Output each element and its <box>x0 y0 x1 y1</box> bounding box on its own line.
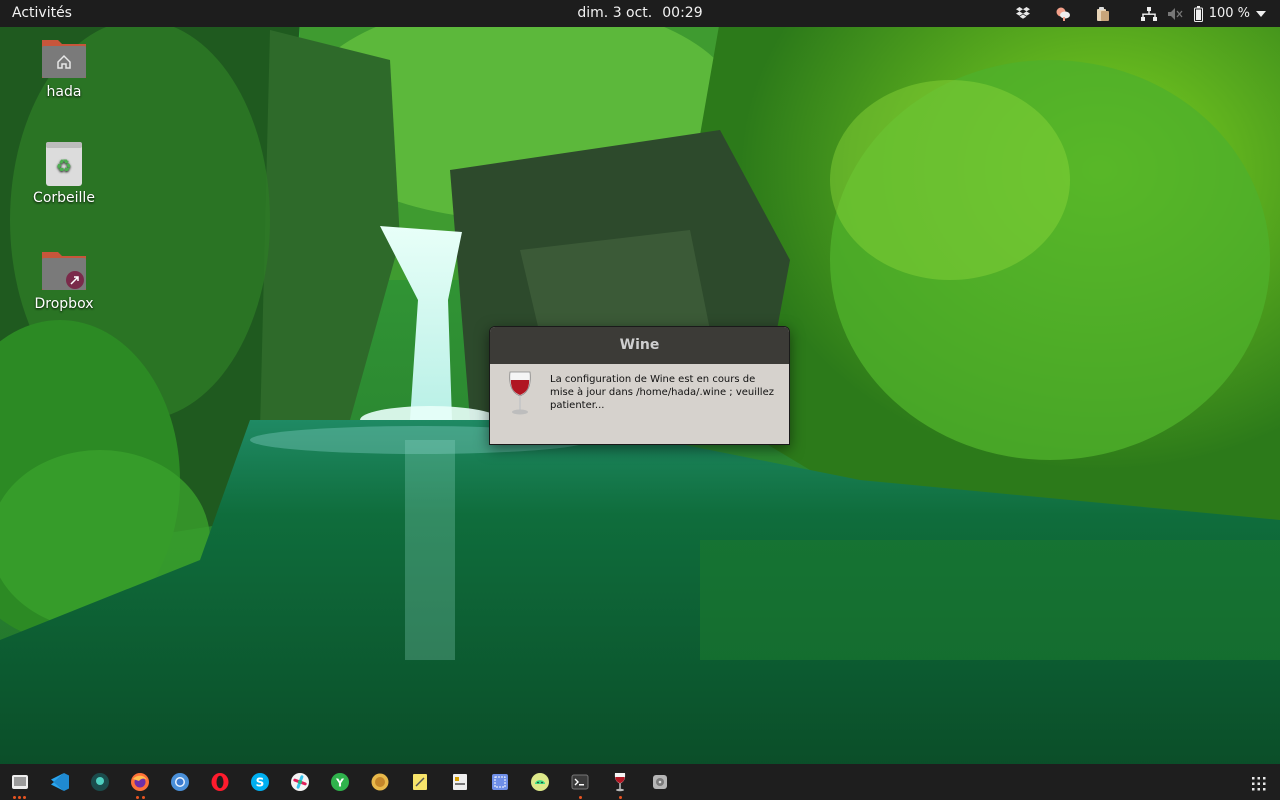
running-indicator <box>142 796 145 799</box>
firefox-icon <box>131 773 149 791</box>
weather-icon[interactable] <box>1053 0 1073 27</box>
dock-item-vscode[interactable] <box>50 772 70 792</box>
dock-item-chromium[interactable] <box>170 772 190 792</box>
screenshot-icon <box>492 774 508 790</box>
home-folder-icon <box>40 34 88 82</box>
desktop-icon-dropbox[interactable]: Dropbox <box>14 246 114 312</box>
dock-item-notes[interactable] <box>410 772 430 792</box>
desktop-icon-label: hada <box>46 84 82 100</box>
desktop-icon-trash[interactable]: ♻ Corbeille <box>14 140 114 206</box>
dock-item-amule[interactable] <box>370 772 390 792</box>
wine-dialog: Wine La configuration de Wine est en cou… <box>489 326 790 445</box>
desktop-icon-label: Corbeille <box>33 190 95 206</box>
notes-icon <box>413 774 427 790</box>
chromium-icon <box>171 773 189 791</box>
amule-icon <box>371 773 389 791</box>
chevron-down-icon[interactable] <box>1250 0 1272 27</box>
running-indicator <box>136 796 139 799</box>
clock-time: 00:29 <box>662 5 703 21</box>
gitkraken-icon <box>91 773 109 791</box>
dropbox-folder-icon <box>40 246 88 294</box>
dock-item-skype[interactable]: S <box>250 772 270 792</box>
volume-muted-icon[interactable] <box>1165 0 1185 27</box>
network-icon[interactable] <box>1139 0 1159 27</box>
activities-button[interactable]: Activités <box>12 5 72 21</box>
dock-item-files[interactable] <box>10 772 30 792</box>
show-apps-grid-icon[interactable] <box>1252 776 1266 791</box>
svg-text:Y: Y <box>335 777 345 790</box>
clipboard-icon[interactable] <box>1093 0 1113 27</box>
vscode-icon <box>51 773 69 791</box>
dock-item-wine-config[interactable] <box>450 772 470 792</box>
running-indicator <box>579 796 582 799</box>
system-tray: 100 % <box>1013 0 1280 27</box>
svg-text:♻: ♻ <box>56 156 72 177</box>
running-indicator <box>18 796 21 799</box>
dialog-title[interactable]: Wine <box>490 327 789 364</box>
opera-icon <box>211 773 229 791</box>
yandex-icon: Y <box>331 773 349 791</box>
dock-item-terminal[interactable] <box>570 772 590 792</box>
dock-item-gitkraken[interactable] <box>90 772 110 792</box>
slack-icon <box>291 773 309 791</box>
top-bar: Activités dim. 3 oct. 00:29 100 % <box>0 0 1280 27</box>
dialog-message: La configuration de Wine est en cours de… <box>550 374 774 411</box>
dock-item-opera[interactable] <box>210 772 230 792</box>
dock-item-screenshot[interactable] <box>490 772 510 792</box>
running-indicator <box>23 796 26 799</box>
dropbox-icon[interactable] <box>1013 0 1033 27</box>
svg-text:S: S <box>256 776 265 790</box>
dock-item-android-studio[interactable] <box>530 772 550 792</box>
battery-icon[interactable] <box>1193 0 1205 27</box>
dock: S Y <box>0 764 1280 800</box>
wine-glass-icon <box>506 370 534 418</box>
trash-icon: ♻ <box>40 140 88 188</box>
terminal-icon <box>571 774 589 790</box>
running-indicator <box>13 796 16 799</box>
dock-item-firefox[interactable] <box>130 772 150 792</box>
battery-percentage: 100 % <box>1208 6 1250 21</box>
wine-icon <box>614 773 626 792</box>
clock-date: dim. 3 oct. <box>577 5 653 21</box>
desktop-icon-label: Dropbox <box>34 296 94 312</box>
dialog-body: La configuration de Wine est en cours de… <box>490 364 789 444</box>
dock-item-slack[interactable] <box>290 772 310 792</box>
dock-item-yandex[interactable]: Y <box>330 772 350 792</box>
files-icon <box>12 775 28 789</box>
wine-config-icon <box>453 774 467 790</box>
dock-item-wine[interactable] <box>610 772 630 792</box>
skype-icon: S <box>251 773 269 791</box>
desktop-icon-home[interactable]: hada <box>14 34 114 100</box>
running-indicator <box>619 796 622 799</box>
android-icon <box>531 773 549 791</box>
disk-icon <box>653 775 667 789</box>
dock-item-disk[interactable] <box>650 772 670 792</box>
